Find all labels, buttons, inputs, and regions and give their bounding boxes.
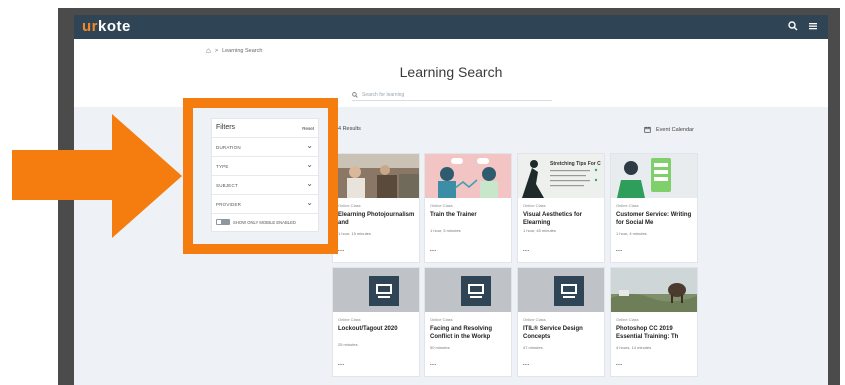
course-duration: 25 minutes — [338, 342, 358, 347]
course-thumbnail — [333, 154, 419, 198]
course-thumbnail — [425, 154, 511, 198]
more-options-button[interactable]: ... — [523, 247, 530, 253]
course-title[interactable]: Visual Aesthetics for Elearning — [523, 211, 601, 227]
course-type: Online Class — [616, 203, 639, 208]
more-options-button[interactable]: ... — [430, 247, 437, 253]
page-header: ⌂ > Learning Search Learning Search — [74, 39, 828, 107]
course-title[interactable]: Photoshop CC 2019 Essential Training: Th — [616, 325, 694, 341]
menu-icon[interactable] — [808, 19, 818, 35]
filter-duration[interactable]: DURATION ⌄ — [212, 138, 318, 157]
search-icon[interactable] — [788, 19, 798, 35]
course-card[interactable]: Online Class Photoshop CC 2019 Essential… — [610, 267, 698, 377]
course-duration: 4 hours, 14 minutes — [616, 345, 652, 350]
course-title[interactable]: Train the Trainer — [430, 211, 508, 219]
mobile-only-toggle[interactable] — [216, 219, 230, 225]
course-duration: 1 hour, 45 minutes — [523, 228, 556, 233]
course-duration: 1 hour, 4 minutes — [616, 231, 647, 236]
course-thumbnail — [611, 154, 697, 198]
course-duration: 50 minutes — [430, 345, 450, 350]
home-icon[interactable]: ⌂ — [206, 46, 211, 55]
chevron-down-icon: ⌄ — [306, 179, 313, 188]
course-type: Online Class — [338, 203, 361, 208]
more-options-button[interactable]: ... — [430, 361, 437, 367]
event-calendar-label: Event Calendar — [656, 126, 694, 133]
online-class-icon — [461, 276, 491, 306]
chevron-down-icon: ⌄ — [306, 198, 313, 207]
filter-label: SUBJECT — [216, 183, 238, 188]
filter-label: PROVIDER — [216, 202, 242, 207]
course-title[interactable]: ITIL® Service Design Concepts — [523, 325, 601, 341]
course-title[interactable]: Elearning Photojournalism and — [338, 211, 416, 227]
app-logo[interactable]: urkote — [82, 18, 131, 35]
course-title[interactable]: Facing and Resolving Conflict in the Wor… — [430, 325, 508, 341]
course-thumbnail — [333, 268, 419, 312]
app-window: urkote ⌂ > Learning Search Learning Sear… — [74, 15, 828, 385]
more-options-button[interactable]: ... — [338, 361, 345, 367]
course-thumbnail: Stretching Tips For C — [518, 154, 604, 198]
more-options-button[interactable]: ... — [616, 361, 623, 367]
course-card[interactable]: Online Class Lockout/Tagout 2020 25 minu… — [332, 267, 420, 377]
results-count: 4 Results — [338, 126, 361, 132]
more-options-button[interactable]: ... — [523, 361, 530, 367]
course-title[interactable]: Lockout/Tagout 2020 — [338, 325, 416, 333]
event-calendar-link[interactable]: Event Calendar — [644, 126, 694, 133]
course-thumbnail — [518, 268, 604, 312]
mobile-toggle-row: SHOW ONLY MOBILE ENABLED — [216, 219, 296, 225]
page-title: Learning Search — [399, 64, 503, 80]
filter-provider[interactable]: PROVIDER ⌄ — [212, 195, 318, 214]
online-class-icon — [554, 276, 584, 306]
online-class-icon — [369, 276, 399, 306]
logo-suffix: kote — [98, 18, 131, 35]
course-type: Online Class — [430, 317, 453, 322]
more-options-button[interactable]: ... — [338, 247, 345, 253]
course-type: Online Class — [523, 203, 546, 208]
filter-subject[interactable]: SUBJECT ⌄ — [212, 176, 318, 195]
mobile-toggle-label: SHOW ONLY MOBILE ENABLED — [233, 219, 296, 225]
chevron-down-icon: ⌄ — [306, 160, 313, 169]
breadcrumb-current: Learning Search — [222, 47, 263, 54]
course-thumbnail — [425, 268, 511, 312]
search-field-icon — [352, 91, 358, 98]
filters-title: Filters — [216, 124, 236, 131]
reset-button[interactable]: Reset — [302, 126, 314, 131]
filter-label: TYPE — [216, 164, 229, 169]
course-card[interactable]: Online Class Customer Service: Writing f… — [610, 153, 698, 263]
course-duration: 1 hour, 15 minutes — [338, 231, 371, 236]
course-title[interactable]: Customer Service: Writing for Social Me — [616, 211, 694, 227]
course-card[interactable]: Online Class Elearning Photojournalism a… — [332, 153, 420, 263]
course-thumbnail — [611, 268, 697, 312]
course-duration: 1 hour, 5 minutes — [430, 228, 461, 233]
course-type: Online Class — [523, 317, 546, 322]
course-card[interactable]: Online Class Train the Trainer 1 hour, 5… — [424, 153, 512, 263]
course-duration: 47 minutes — [523, 345, 543, 350]
course-card[interactable]: Online Class Facing and Resolving Confli… — [424, 267, 512, 377]
breadcrumb-separator: > — [214, 47, 219, 54]
course-card[interactable]: Online Class ITIL® Service Design Concep… — [517, 267, 605, 377]
highlight-arrow — [12, 114, 182, 238]
search-bar — [352, 89, 552, 101]
course-type: Online Class — [338, 317, 361, 322]
search-input[interactable] — [362, 91, 542, 98]
filters-panel: Filters Reset DURATION ⌄ TYPE ⌄ SUBJECT … — [211, 118, 319, 232]
breadcrumb: ⌂ > Learning Search — [206, 46, 262, 55]
course-type: Online Class — [616, 317, 639, 322]
filters-header: Filters Reset — [212, 119, 318, 138]
calendar-icon — [644, 126, 651, 133]
chevron-down-icon: ⌄ — [306, 141, 313, 150]
course-card[interactable]: Stretching Tips For C Online Class Visua… — [517, 153, 605, 263]
top-bar: urkote — [74, 15, 828, 39]
more-options-button[interactable]: ... — [616, 247, 623, 253]
course-type: Online Class — [430, 203, 453, 208]
filter-label: DURATION — [216, 145, 241, 150]
logo-prefix: ur — [82, 18, 98, 35]
thumb-caption: Stretching Tips For C — [550, 161, 601, 167]
filter-type[interactable]: TYPE ⌄ — [212, 157, 318, 176]
